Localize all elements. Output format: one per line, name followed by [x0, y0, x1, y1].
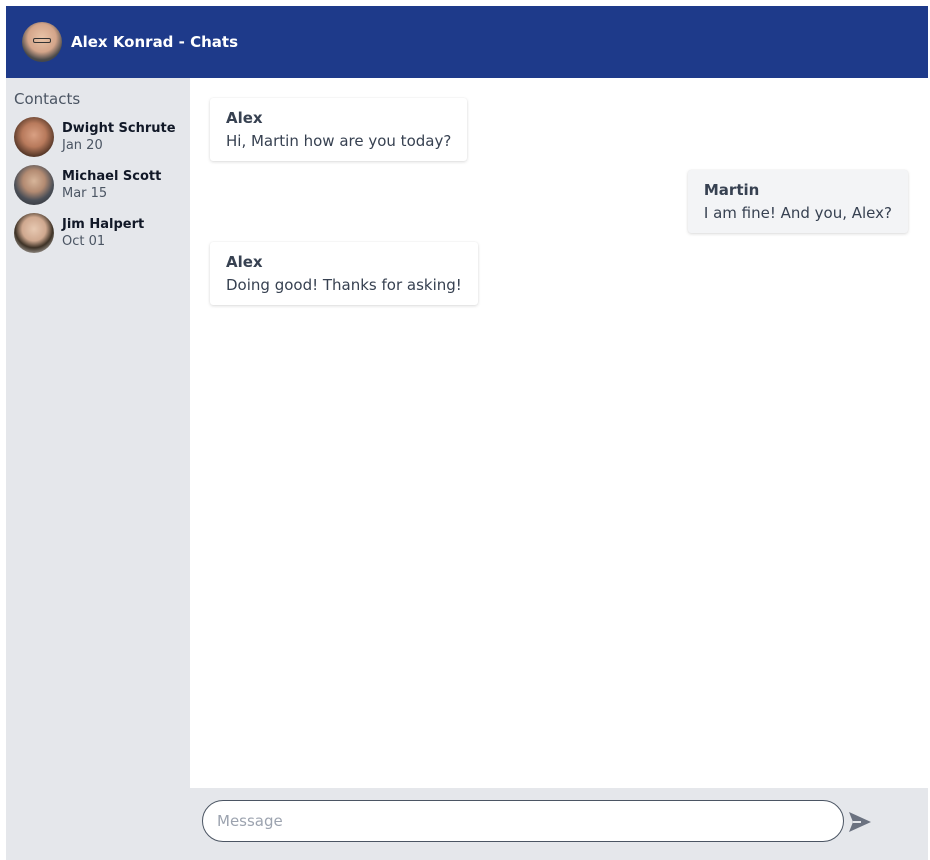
avatar-glasses — [33, 38, 51, 43]
message-author: Alex — [226, 109, 263, 127]
header-bar: Alex Konrad - Chats — [6, 6, 928, 78]
chat-app: Alex Konrad - Chats Contacts Dwight Schr… — [6, 6, 928, 860]
contact-item-michael-scott[interactable]: Michael Scott Mar 15 — [14, 164, 184, 206]
contact-text: Michael Scott Mar 15 — [62, 168, 161, 202]
contact-name: Dwight Schrute — [62, 121, 176, 136]
message-text: Doing good! Thanks for asking! — [226, 276, 462, 294]
message-input[interactable] — [202, 800, 844, 842]
avatar — [14, 213, 54, 253]
message-bubble-incoming: Alex Hi, Martin how are you today? — [210, 98, 468, 161]
message-bubble-outgoing: Martin I am fine! And you, Alex? — [687, 170, 908, 233]
avatar — [14, 165, 54, 205]
message-composer — [190, 788, 928, 860]
avatar — [14, 117, 54, 157]
contact-date: Mar 15 — [62, 186, 108, 201]
contact-date: Jan 20 — [62, 138, 103, 153]
message-text: Hi, Martin how are you today? — [226, 132, 452, 150]
message-text: I am fine! And you, Alex? — [703, 204, 892, 222]
send-button[interactable] — [846, 811, 874, 833]
message-thread: Alex Hi, Martin how are you today? Marti… — [190, 78, 928, 788]
page-title: Alex Konrad - Chats — [71, 33, 238, 51]
contact-name: Michael Scott — [62, 169, 162, 184]
message-author: Martin — [703, 181, 760, 199]
contact-date: Oct 01 — [62, 234, 106, 249]
contact-text: Jim Halpert Oct 01 — [62, 216, 144, 250]
message-author: Alex — [226, 253, 263, 271]
message-bubble-incoming: Alex Doing good! Thanks for asking! — [210, 242, 478, 305]
contact-item-jim-halpert[interactable]: Jim Halpert Oct 01 — [14, 212, 184, 254]
contact-name: Jim Halpert — [62, 217, 145, 232]
contacts-sidebar: Contacts Dwight Schrute Jan 20 Michael S… — [6, 78, 190, 860]
send-icon — [849, 812, 871, 832]
contacts-heading: Contacts — [14, 90, 81, 108]
contact-item-dwight-schrute[interactable]: Dwight Schrute Jan 20 — [14, 116, 184, 158]
user-avatar — [22, 22, 62, 62]
contact-text: Dwight Schrute Jan 20 — [62, 120, 176, 154]
